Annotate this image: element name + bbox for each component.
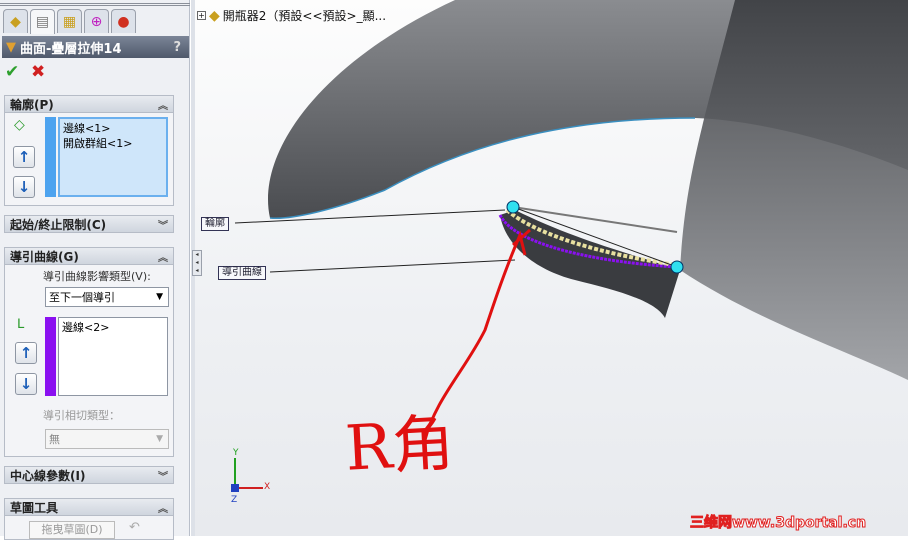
sketch-tools-group: 拖曳草圖(D) ↶ [4, 516, 174, 540]
expand-icon: ︾ [158, 471, 168, 483]
guide-color-bar [45, 317, 56, 396]
profile-color-bar [45, 117, 56, 197]
group-title: 輪廓(P) [10, 97, 54, 112]
selected-value: 至下一個導引 [49, 291, 115, 304]
dropdown-arrow-icon: ▼ [156, 292, 163, 302]
collapse-icon: ︽ [158, 503, 168, 515]
property-manager-panel: ◆ ▤ ▦ ⊕ ● ▼ 曲面-疊層拉伸14 ? ✔ ✖ 輪廓(P) ︽ ◇ ↑ ↓… [0, 0, 190, 540]
start-end-group-header[interactable]: 起始/終止限制(C) ︾ [4, 215, 174, 233]
tangency-select[interactable]: 無 ▼ [45, 429, 169, 449]
tab-configuration-manager[interactable]: ▦ [57, 9, 82, 33]
influence-label: 導引曲線影響類型(V): [43, 270, 151, 283]
crosshair-icon: ⊕ [90, 13, 103, 30]
triad-x-label: X [264, 482, 271, 492]
profile-list[interactable]: 邊線<1> 開啟群組<1> [58, 117, 168, 197]
panel-collapse-handle[interactable]: ◂ ◂ ◂ [192, 250, 202, 276]
dropdown-arrow-icon: ▼ [156, 434, 163, 444]
drag-sketch-button[interactable]: 拖曳草圖(D) [29, 521, 115, 539]
expand-icon[interactable]: + [197, 11, 206, 20]
list-item[interactable]: 邊線<2> [62, 320, 164, 335]
group-title: 中心線參數(I) [10, 468, 86, 483]
guide-list[interactable]: 邊線<2> [58, 317, 168, 396]
guide-handle[interactable] [670, 260, 684, 274]
triad-y-label: Y [233, 448, 239, 458]
collapse-icon: ︽ [158, 252, 168, 264]
property-icon: ▤ [35, 14, 50, 30]
tab-display-manager[interactable]: ● [111, 9, 136, 33]
centerline-group-header[interactable]: 中心線參數(I) ︾ [4, 466, 174, 484]
guide-curve-icon: ᒪ [17, 317, 25, 332]
feature-tree-item[interactable]: + ◆ 開瓶器2（預設<<預設>_顯... [197, 7, 386, 24]
part-icon: ◆ [209, 7, 220, 24]
triad [231, 458, 263, 492]
expand-icon: ︾ [158, 220, 168, 232]
list-item[interactable]: 開啟群組<1> [63, 136, 163, 151]
ok-button[interactable]: ✔ [5, 62, 19, 82]
group-title: 起始/終止限制(C) [10, 217, 107, 232]
group-title: 導引曲線(G) [10, 249, 79, 264]
profile-handle[interactable] [506, 200, 520, 214]
profile-group: ◇ ↑ ↓ 邊線<1> 開啟群組<1> [4, 113, 174, 206]
group-title: 草圖工具 [10, 500, 59, 515]
list-item[interactable]: 邊線<1> [63, 121, 163, 136]
cancel-button[interactable]: ✖ [31, 62, 45, 82]
tab-property-manager[interactable]: ▤ [30, 9, 55, 34]
triad-z-label: Z [231, 495, 238, 505]
feature-title-bar: ▼ 曲面-疊層拉伸14 ? [2, 36, 189, 58]
guide-group: 導引曲線影響類型(V): 至下一個導引 ▼ ᒪ ↑ ↓ 邊線<2> 導引相切類型：… [4, 265, 174, 457]
callout-guide-curve[interactable]: 導引曲線 [218, 266, 266, 280]
model-geometry [231, 0, 908, 492]
configuration-icon: ▦ [62, 13, 77, 30]
selected-value: 無 [49, 433, 60, 446]
help-button[interactable]: ? [173, 40, 181, 55]
part-icon: ◆ [10, 13, 21, 30]
move-down-button[interactable]: ↓ [15, 373, 37, 395]
sketch-tools-group-header[interactable]: 草圖工具 ︽ [4, 498, 174, 516]
move-up-button[interactable]: ↑ [15, 342, 37, 364]
graphics-viewport[interactable]: R角 Y X Z [195, 0, 908, 536]
profile-group-header[interactable]: 輪廓(P) ︽ [4, 95, 174, 113]
guide-group-header[interactable]: 導引曲線(G) ︽ [4, 247, 174, 265]
callout-profile[interactable]: 輪廓 [201, 217, 229, 231]
undo-icon[interactable]: ↶ [129, 520, 140, 535]
loft-icon: ▼ [6, 39, 16, 55]
collapse-icon: ︽ [158, 100, 168, 112]
tangency-label: 導引相切類型： [43, 409, 120, 422]
r-corner-annotation: R角 [343, 406, 456, 485]
callout-leader [269, 259, 516, 273]
divider [0, 3, 190, 6]
color-wheel-icon: ● [117, 13, 130, 30]
feature-title: 曲面-疊層拉伸14 [20, 41, 122, 57]
move-up-button[interactable]: ↑ [13, 146, 35, 168]
move-down-button[interactable]: ↓ [13, 176, 35, 198]
tree-item-label: 開瓶器2（預設<<預設>_顯... [222, 9, 387, 23]
tab-feature-manager[interactable]: ◆ [3, 9, 28, 33]
watermark: 三维网www.3dportal.cn [689, 515, 867, 532]
influence-select[interactable]: 至下一個導引 ▼ [45, 287, 169, 307]
tab-dimxpert-manager[interactable]: ⊕ [84, 9, 109, 33]
profile-icon: ◇ [14, 117, 25, 133]
